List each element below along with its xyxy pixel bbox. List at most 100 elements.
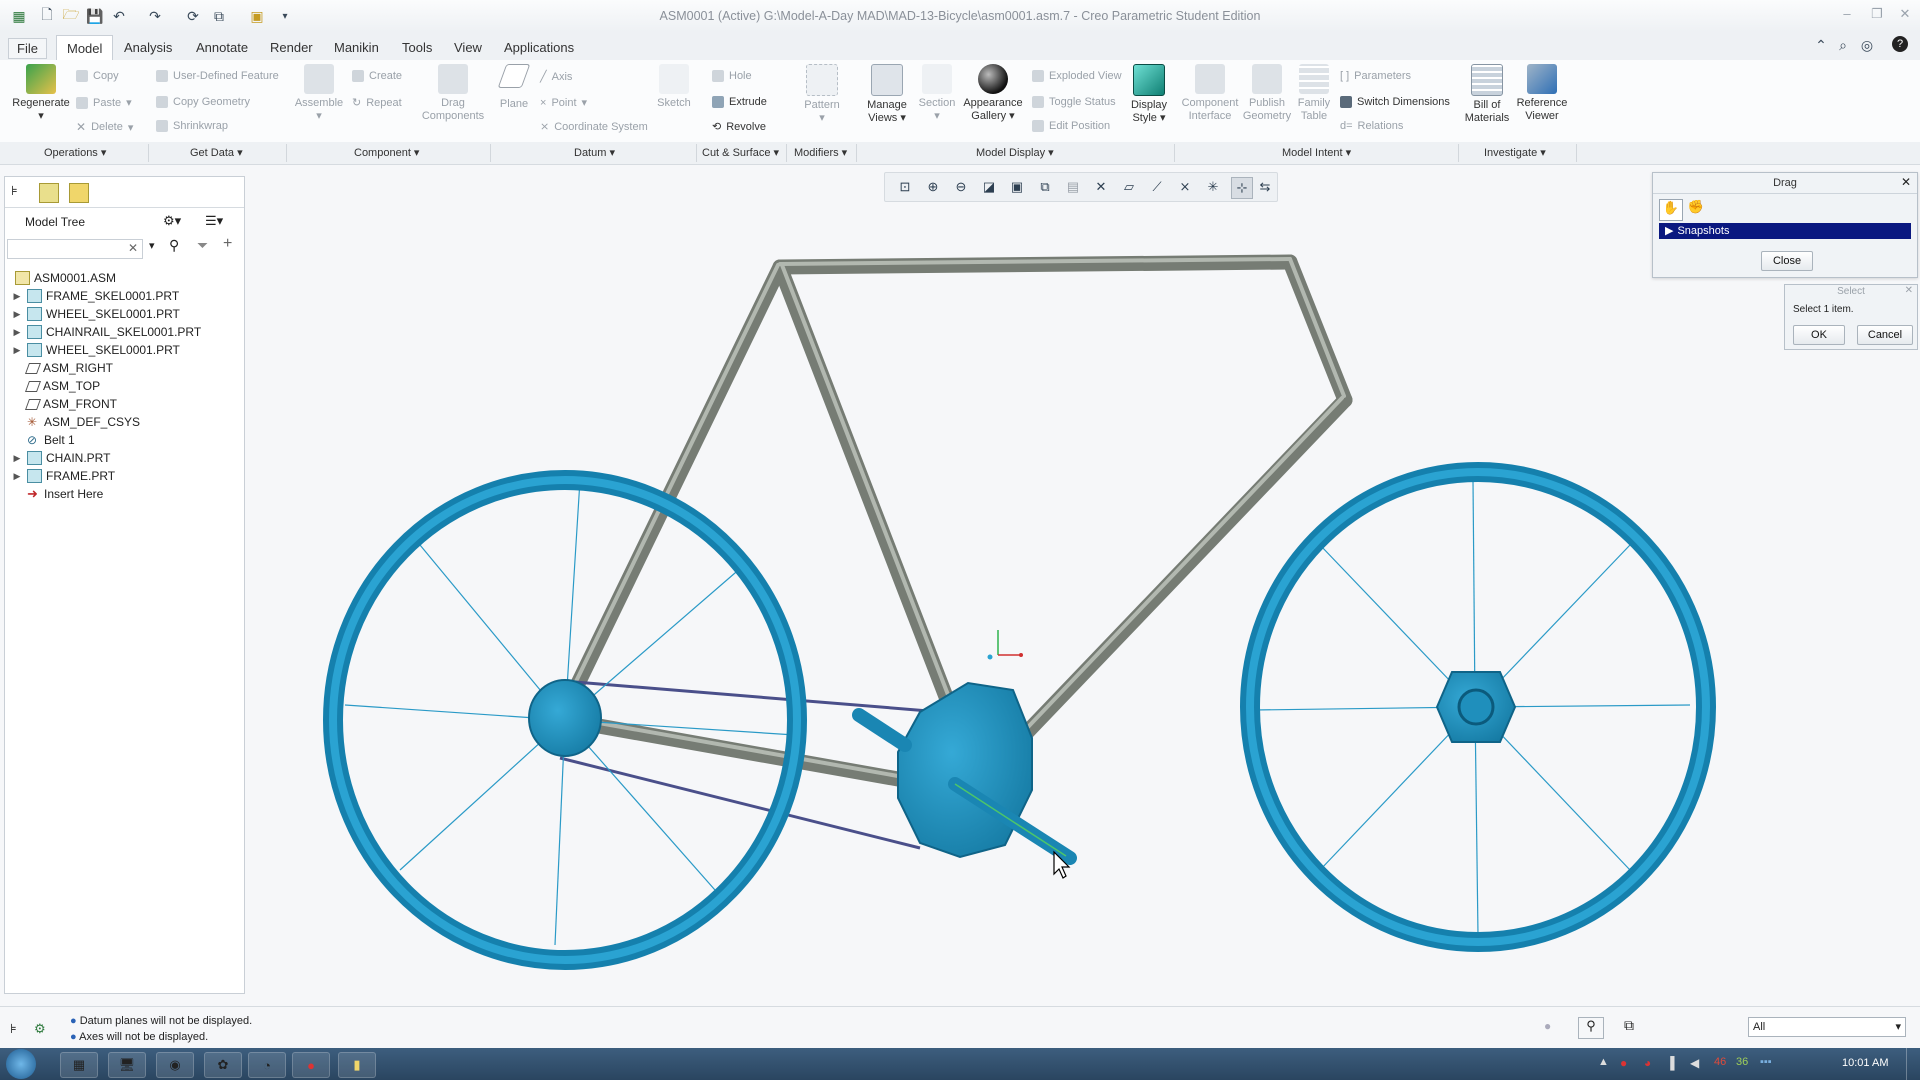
point-button[interactable]: × Point ▾ — [540, 96, 587, 110]
find-button-icon[interactable]: ⚲ — [1578, 1017, 1604, 1039]
regenerate-button[interactable]: Regenerate ▾ — [10, 64, 72, 123]
switch-dimensions-button[interactable]: Switch Dimensions — [1340, 96, 1450, 108]
tray-app-icon[interactable]: ◕ — [1644, 1056, 1651, 1070]
add-column-icon[interactable]: + — [223, 235, 232, 253]
clear-search-icon[interactable]: ✕ — [128, 241, 138, 255]
group-model-display[interactable]: Model Display ▾ — [976, 146, 1054, 159]
drag-dialog-close-icon[interactable]: ✕ — [1901, 175, 1911, 189]
expand-icon[interactable]: ▶ — [11, 291, 23, 302]
rear-wheel[interactable] — [323, 470, 807, 970]
reference-viewer-button[interactable]: Reference Viewer — [1514, 64, 1570, 123]
coordinate-system-button[interactable]: ⨯ Coordinate System — [540, 120, 648, 134]
tree-item-chainrail-skel[interactable]: ▶ CHAINRAIL_SKEL0001.PRT — [11, 323, 201, 341]
search-dropdown-icon[interactable]: ▾ — [149, 239, 155, 252]
tab-annotate[interactable]: Annotate — [188, 38, 256, 57]
snapshots-section[interactable]: ▶ Snapshots — [1659, 223, 1911, 239]
axis-button[interactable]: ╱ Axis — [540, 70, 572, 84]
show-desktop-button[interactable] — [1906, 1048, 1920, 1080]
community-icon[interactable]: ◎ — [1858, 36, 1876, 54]
expand-icon[interactable]: ▶ — [11, 327, 23, 338]
assemble-button[interactable]: Assemble ▾ — [292, 64, 346, 123]
plane-button[interactable]: Plane — [496, 64, 532, 111]
explorer-taskbar-icon[interactable]: 🖥 — [108, 1052, 146, 1078]
drag-components-button[interactable]: Drag Components — [420, 64, 486, 123]
user-defined-feature-button[interactable]: User-Defined Feature — [156, 70, 279, 82]
selection-buffer-icon[interactable]: ⧉ — [1624, 1017, 1634, 1034]
tree-item-insert-here[interactable]: ➜ Insert Here — [23, 485, 103, 503]
front-wheel[interactable] — [1240, 462, 1716, 952]
family-table-button[interactable]: Family Table — [1294, 64, 1334, 123]
parameters-button[interactable]: [ ] Parameters — [1340, 70, 1411, 82]
repeat-button[interactable]: ↻ Repeat — [352, 96, 402, 110]
folder-taskbar-icon[interactable]: ▮ — [338, 1052, 376, 1078]
app-taskbar-icon[interactable]: ✿ — [204, 1052, 242, 1078]
navigator-toggle-icon[interactable]: ⊧ — [10, 1021, 17, 1037]
tab-tools[interactable]: Tools — [394, 38, 440, 57]
tree-item-frame[interactable]: ▶ FRAME.PRT — [11, 467, 115, 485]
toggle-status-button[interactable]: Toggle Status — [1032, 96, 1116, 108]
network-icon[interactable]: ▐ — [1666, 1056, 1675, 1070]
extrude-button[interactable]: Extrude — [712, 96, 767, 108]
delete-button[interactable]: ✕ Delete ▾ — [76, 120, 133, 134]
group-operations[interactable]: Operations ▾ — [44, 146, 106, 159]
selection-filter-select[interactable]: All ▾ — [1748, 1017, 1906, 1037]
favorites-tab-icon[interactable] — [69, 183, 89, 203]
copy-geometry-button[interactable]: Copy Geometry — [156, 96, 250, 108]
edit-position-button[interactable]: Edit Position — [1032, 120, 1110, 132]
browser-toggle-icon[interactable]: ⚙ — [34, 1021, 46, 1037]
collapse-ribbon-icon[interactable]: ⌃ — [1812, 36, 1830, 54]
close-icon[interactable]: ✕ — [1894, 6, 1916, 24]
start-button[interactable] — [6, 1049, 36, 1079]
select-dialog-close-icon[interactable]: ✕ — [1905, 285, 1913, 296]
search-icon[interactable]: ⌕ — [1834, 36, 1852, 54]
group-cut-surface[interactable]: Cut & Surface ▾ — [702, 146, 779, 159]
hole-button[interactable]: Hole — [712, 70, 752, 82]
tab-model[interactable]: Model — [56, 35, 114, 62]
layers-tab-icon[interactable] — [39, 183, 59, 203]
sketch-button[interactable]: Sketch — [654, 64, 694, 110]
publish-geometry-button[interactable]: Publish Geometry — [1242, 64, 1292, 123]
tab-analysis[interactable]: Analysis — [116, 38, 180, 57]
expand-icon[interactable]: ▶ — [11, 345, 23, 356]
model-tree-tab-icon[interactable]: ⊧ — [11, 183, 29, 201]
shrinkwrap-button[interactable]: Shrinkwrap — [156, 120, 228, 132]
tree-item-wheel-skel[interactable]: ▶ WHEEL_SKEL0001.PRT — [11, 305, 180, 323]
tray-record-icon[interactable]: ● — [1620, 1056, 1627, 1070]
group-investigate[interactable]: Investigate ▾ — [1484, 146, 1546, 159]
display-style-button[interactable]: Display Style ▾ — [1126, 64, 1172, 125]
create-button[interactable]: Create — [352, 70, 402, 82]
filter-icon[interactable]: ⏷ — [197, 237, 208, 254]
help-icon[interactable]: ? — [1892, 36, 1908, 52]
tab-applications[interactable]: Applications — [496, 38, 582, 57]
minimize-icon[interactable]: – — [1836, 6, 1858, 24]
bill-of-materials-button[interactable]: Bill of Materials — [1462, 64, 1512, 125]
tray-expand-icon[interactable]: ▲ — [1598, 1056, 1609, 1068]
tree-item-root[interactable]: ASM0001.ASM — [11, 269, 116, 287]
creo-taskbar-icon[interactable]: ▦ — [60, 1052, 98, 1078]
show-icon[interactable]: ☰▾ — [205, 213, 223, 229]
volume-icon[interactable]: ◀ — [1690, 1056, 1699, 1070]
group-model-intent[interactable]: Model Intent ▾ — [1282, 146, 1351, 159]
graphics-window[interactable] — [245, 164, 1920, 1004]
tree-item-belt[interactable]: ⊘ Belt 1 — [23, 431, 75, 449]
paste-button[interactable]: Paste ▾ — [76, 96, 132, 109]
tab-view[interactable]: View — [446, 38, 490, 57]
find-icon[interactable]: ⚲ — [169, 237, 179, 254]
exploded-view-button[interactable]: Exploded View — [1032, 70, 1122, 82]
tree-item-asm-front[interactable]: ASM_FRONT — [23, 395, 117, 413]
browser-taskbar-icon[interactable]: ◔ — [248, 1052, 286, 1078]
pattern-button[interactable]: Pattern ▾ — [800, 64, 844, 125]
relations-button[interactable]: d= Relations — [1340, 120, 1403, 132]
expand-icon[interactable]: ▶ — [11, 309, 23, 320]
revolve-button[interactable]: ⟲ Revolve — [712, 120, 766, 134]
drag-hand-icon[interactable]: ✋ — [1659, 199, 1683, 221]
tree-item-asm-right[interactable]: ASM_RIGHT — [23, 359, 113, 377]
group-component[interactable]: Component ▾ — [354, 146, 419, 159]
tree-item-asm-def-csys[interactable]: ✳ ASM_DEF_CSYS — [23, 413, 140, 431]
expand-icon[interactable]: ▶ — [11, 471, 23, 482]
record-taskbar-icon[interactable]: ● — [292, 1052, 330, 1078]
bicycle-model[interactable] — [245, 164, 1920, 1004]
tab-manikin[interactable]: Manikin — [326, 38, 387, 57]
drag-hand-alt-icon[interactable]: ✊ — [1685, 199, 1707, 219]
expand-icon[interactable]: ▶ — [11, 453, 23, 464]
